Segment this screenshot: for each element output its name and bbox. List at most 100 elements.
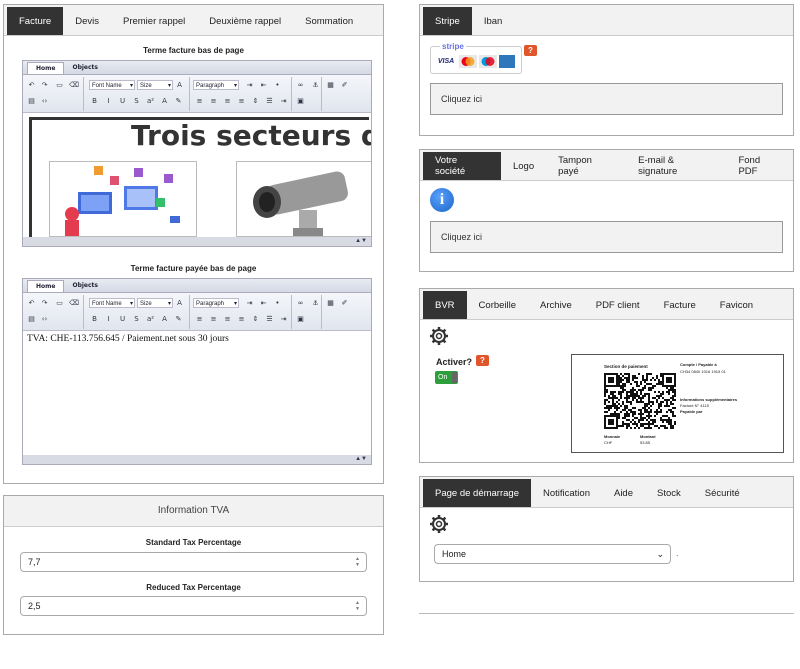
bvr-tab-0[interactable]: BVR [423, 291, 467, 319]
indent-icon[interactable]: ⇥ [279, 315, 288, 324]
facture-tab-1[interactable]: Devis [63, 7, 111, 35]
activate-toggle[interactable]: On [435, 371, 458, 384]
bvr-tab-4[interactable]: Facture [652, 291, 708, 319]
start-tab-4[interactable]: Sécurité [693, 479, 752, 507]
source-icon[interactable]: ‹› [40, 315, 49, 324]
stepper-icon[interactable]: ▲ ▼ [355, 600, 360, 612]
redo-icon[interactable]: ↷ [40, 299, 49, 308]
help-icon[interactable]: ? [524, 45, 537, 56]
image-edit-icon[interactable]: ✐ [340, 81, 349, 90]
bvr-tab-3[interactable]: PDF client [584, 291, 652, 319]
fullscreen-icon[interactable]: ▭ [55, 299, 64, 308]
bvr-tab-1[interactable]: Corbeille [467, 291, 529, 319]
font-color-icon[interactable]: A [160, 97, 169, 106]
stripe-tab-0[interactable]: Stripe [423, 7, 472, 35]
facture-tab-4[interactable]: Sommation [293, 7, 365, 35]
font-select[interactable]: Font Name ▾ [89, 298, 135, 308]
paragraph-select[interactable]: Paragraph ▾ [193, 298, 239, 308]
anchor-icon[interactable]: ⚓ [311, 81, 320, 90]
list-icon[interactable]: ☰ [265, 97, 274, 106]
strike-icon[interactable]: S [132, 315, 141, 324]
anchor-icon[interactable]: ⚓ [311, 299, 320, 308]
font-size-icon[interactable]: A [175, 81, 184, 90]
bullet-icon[interactable]: • [273, 299, 282, 308]
standard-tax-input[interactable]: 7,7 ▲ ▼ [20, 552, 367, 572]
image-icon[interactable]: ▣ [296, 315, 305, 324]
undo-icon[interactable]: ↶ [27, 81, 36, 90]
indent-list-icon[interactable]: ⇥ [245, 81, 254, 90]
font-select[interactable]: Font Name ▾ [89, 80, 135, 90]
paste-icon[interactable]: ▤ [27, 97, 36, 106]
company-tab-2[interactable]: Tampon payé [546, 152, 626, 180]
table-icon[interactable]: ▦ [326, 299, 335, 308]
facture-tab-2[interactable]: Premier rappel [111, 7, 197, 35]
link-icon[interactable]: ∞ [296, 299, 305, 308]
company-tab-4[interactable]: Fond PDF [726, 152, 793, 180]
company-tab-3[interactable]: E-mail & signature [626, 152, 726, 180]
stepper-icon[interactable]: ▲ ▼ [355, 556, 360, 568]
start-tab-3[interactable]: Stock [645, 479, 693, 507]
editor-tab-objects[interactable]: Objects [64, 280, 106, 292]
table-icon[interactable]: ▦ [326, 81, 335, 90]
stripe-tab-1[interactable]: Iban [472, 7, 515, 35]
bold-icon[interactable]: B [90, 97, 99, 106]
image-icon[interactable]: ▣ [296, 97, 305, 106]
start-page-select[interactable]: Home ⌄ [434, 544, 671, 564]
align-right-icon[interactable]: ≡ [223, 97, 232, 106]
facture-tab-0[interactable]: Facture [7, 7, 64, 35]
help-icon[interactable]: ? [476, 355, 489, 366]
strike-icon[interactable]: S [132, 97, 141, 106]
align-center-icon[interactable]: ≡ [209, 315, 218, 324]
highlight-icon[interactable]: ✎ [174, 97, 183, 106]
outdent-icon[interactable]: ⇤ [259, 81, 268, 90]
italic-icon[interactable]: I [104, 315, 113, 324]
clear-format-icon[interactable]: ⌫ [69, 299, 79, 308]
indent-icon[interactable]: ⇥ [279, 97, 288, 106]
fullscreen-icon[interactable]: ▭ [55, 81, 64, 90]
highlight-icon[interactable]: ✎ [174, 315, 183, 324]
list-icon[interactable]: ☰ [265, 315, 274, 324]
company-tab-0[interactable]: Votre société [423, 152, 501, 180]
underline-icon[interactable]: U [118, 97, 127, 106]
link-icon[interactable]: ∞ [296, 81, 305, 90]
editor-tab-home[interactable]: Home [27, 62, 65, 74]
align-left-icon[interactable]: ≡ [195, 315, 204, 324]
undo-icon[interactable]: ↶ [27, 299, 36, 308]
bold-icon[interactable]: B [90, 315, 99, 324]
italic-icon[interactable]: I [104, 97, 113, 106]
align-center-icon[interactable]: ≡ [209, 97, 218, 106]
paste-icon[interactable]: ▤ [27, 315, 36, 324]
justify-icon[interactable]: ≡ [237, 315, 246, 324]
clear-format-icon[interactable]: ⌫ [69, 81, 79, 90]
indent-list-icon[interactable]: ⇥ [245, 299, 254, 308]
paragraph-select[interactable]: Paragraph ▾ [193, 80, 239, 90]
font-color-icon[interactable]: A [160, 315, 169, 324]
bvr-tab-5[interactable]: Favicon [708, 291, 765, 319]
start-tab-0[interactable]: Page de démarrage [423, 479, 531, 507]
superscript-icon[interactable]: a² [146, 97, 155, 106]
start-tab-1[interactable]: Notification [531, 479, 602, 507]
start-tab-2[interactable]: Aide [602, 479, 645, 507]
align-left-icon[interactable]: ≡ [195, 97, 204, 106]
size-select[interactable]: Size ▾ [137, 80, 173, 90]
facture-tab-3[interactable]: Deuxième rappel [197, 7, 293, 35]
settings-gear-icon[interactable] [429, 326, 449, 346]
footer-editor[interactable]: Home Objects ↶ ↷ ▭ ⌫ ▤ ‹› B I U Sa² A ✎ ≡ ≡ ≡ ≡ ⇕ ☰ ⇥ ⇥ ⇤ • ∞ ⚓ ▦… [22, 60, 372, 247]
settings-gear-icon[interactable] [429, 514, 449, 534]
underline-icon[interactable]: U [118, 315, 127, 324]
company-tab-1[interactable]: Logo [501, 152, 546, 180]
editor-content[interactable]: Trois secteurs d'a [23, 113, 371, 237]
editor-resize-handle[interactable]: ▲▼ [23, 455, 371, 464]
editor-tab-home[interactable]: Home [27, 280, 65, 292]
font-size-icon[interactable]: A [175, 299, 184, 308]
outdent-icon[interactable]: ⇤ [259, 299, 268, 308]
source-icon[interactable]: ‹› [40, 97, 49, 106]
bvr-tab-2[interactable]: Archive [528, 291, 584, 319]
paid-footer-editor[interactable]: Home Objects ↶ ↷ ▭ ⌫ ▤ ‹› B I U Sa² A ✎ ≡ ≡ ≡ ≡ ⇕ ☰ ⇥ ⇥ ⇤ • ∞ ⚓ ▦… [22, 278, 372, 465]
justify-icon[interactable]: ≡ [237, 97, 246, 106]
reduced-tax-input[interactable]: 2,5 ▲ ▼ [20, 596, 367, 616]
redo-icon[interactable]: ↷ [40, 81, 49, 90]
editor-content[interactable]: TVA: CHE-113.756.645 / Paiement.net sous… [23, 331, 371, 455]
line-height-icon[interactable]: ⇕ [251, 315, 260, 324]
size-select[interactable]: Size ▾ [137, 298, 173, 308]
